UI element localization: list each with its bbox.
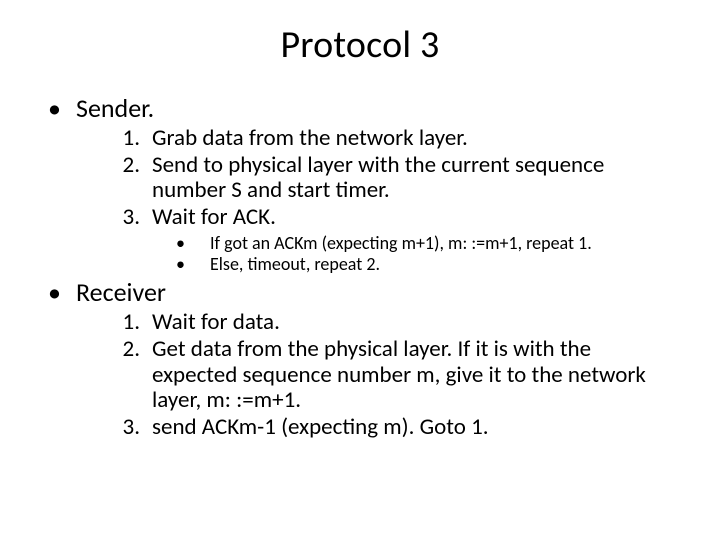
list-number: 3.: [104, 415, 152, 441]
list-item: 1. Wait for data.: [104, 310, 672, 336]
list-number: 1.: [104, 310, 152, 336]
sender-heading-row: • Sender.: [48, 94, 672, 124]
list-number: 3.: [104, 205, 152, 231]
sender-substeps: • If got an ACKm (expecting m+1), m: :=m…: [176, 233, 672, 274]
list-number: 2.: [104, 153, 152, 205]
list-item: 2. Send to physical layer with the curre…: [104, 153, 672, 205]
sender-steps: 1. Grab data from the network layer. 2. …: [104, 126, 672, 231]
list-item: 2. Get data from the physical layer. If …: [104, 337, 672, 414]
list-text: send ACKm-1 (expecting m). Goto 1.: [152, 415, 672, 441]
list-item: 1. Grab data from the network layer.: [104, 126, 672, 152]
list-text: Get data from the physical layer. If it …: [152, 337, 672, 414]
list-text: Send to physical layer with the current …: [152, 153, 672, 205]
list-text: Else, timeout, repeat 2.: [210, 254, 380, 275]
receiver-heading: Receiver: [76, 278, 166, 308]
receiver-steps: 1. Wait for data. 2. Get data from the p…: [104, 310, 672, 441]
slide: Protocol 3 • Sender. 1. Grab data from t…: [0, 0, 720, 540]
slide-title: Protocol 3: [48, 22, 672, 68]
list-item: 3. Wait for ACK.: [104, 205, 672, 231]
list-text: If got an ACKm (expecting m+1), m: :=m+1…: [210, 233, 592, 254]
list-item: • Else, timeout, repeat 2.: [176, 254, 672, 275]
receiver-heading-row: • Receiver: [48, 278, 672, 308]
bullet-icon: •: [48, 278, 76, 308]
list-text: Wait for ACK.: [152, 205, 672, 231]
bullet-icon: •: [176, 233, 210, 254]
list-number: 2.: [104, 337, 152, 414]
sender-heading: Sender.: [76, 94, 154, 124]
list-text: Wait for data.: [152, 310, 672, 336]
list-item: • If got an ACKm (expecting m+1), m: :=m…: [176, 233, 672, 254]
bullet-icon: •: [176, 254, 210, 275]
list-item: 3. send ACKm-1 (expecting m). Goto 1.: [104, 415, 672, 441]
bullet-icon: •: [48, 94, 76, 124]
list-text: Grab data from the network layer.: [152, 126, 672, 152]
list-number: 1.: [104, 126, 152, 152]
